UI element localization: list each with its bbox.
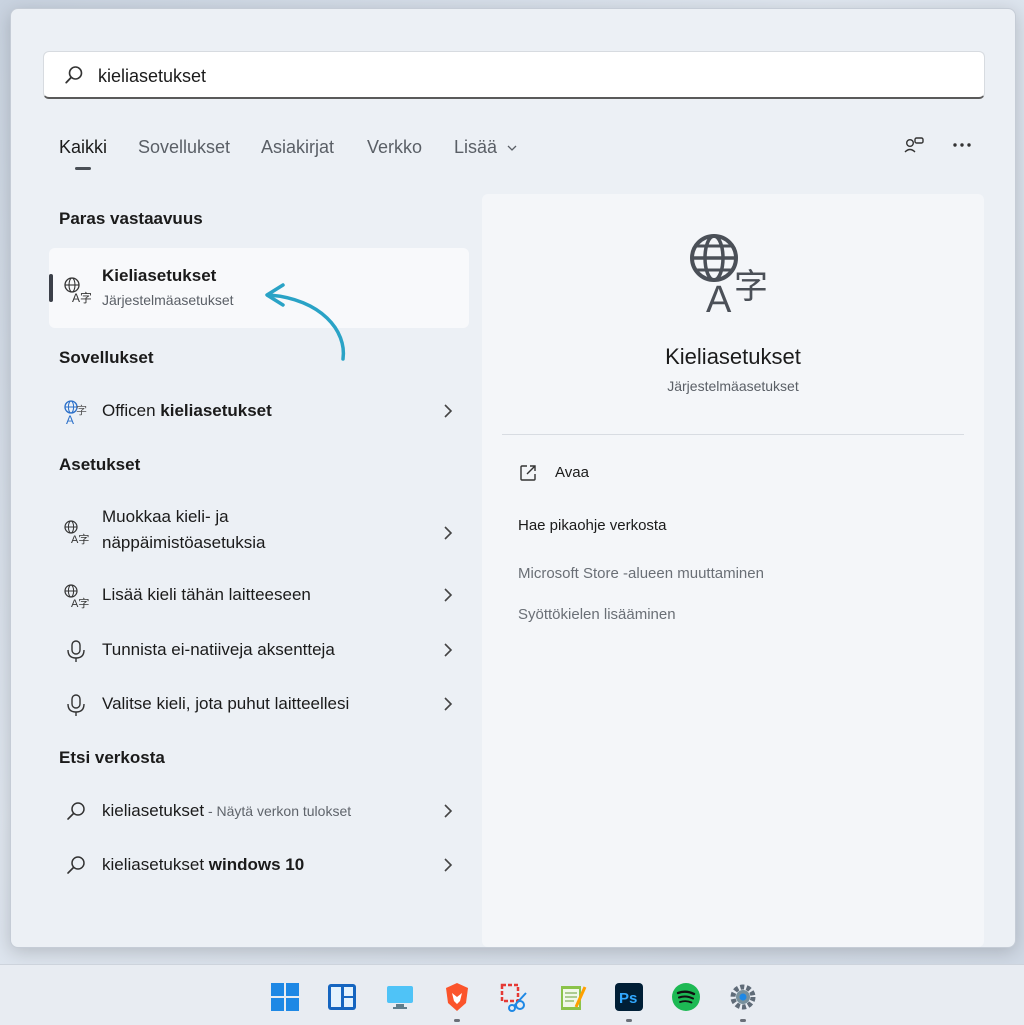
best-match-header: Paras vastaavuus [59, 209, 203, 228]
open-action[interactable]: Avaa [555, 464, 589, 481]
chevron-right-icon [444, 404, 453, 418]
detail-title: Kieliasetukset [665, 344, 801, 369]
photoshop-icon[interactable]: Ps [613, 981, 645, 1013]
chevron-right-icon [444, 526, 453, 540]
list-item-label: Tunnista ei-natiiveja aksentteja [102, 640, 335, 659]
language-settings-icon: A字 [64, 277, 91, 304]
label-bold: windows 10 [208, 855, 305, 874]
language-settings-large-icon: A 字 [690, 234, 768, 314]
notepad-icon[interactable] [556, 981, 588, 1013]
svg-text:A字: A字 [71, 596, 89, 609]
label-prefix: kieliasetukset [102, 855, 209, 874]
detail-subtitle: Järjestelmäasetukset [667, 378, 799, 394]
list-item-label: Officen kieliasetukset [102, 398, 272, 424]
detail-pane: A 字 Kieliasetukset Järjestelmäasetukset … [482, 194, 984, 947]
tab-apps[interactable]: Sovellukset [138, 137, 230, 158]
running-indicator [626, 1019, 632, 1022]
snipping-tool-icon[interactable] [498, 981, 530, 1013]
search-panel: Kaikki Sovellukset Asiakirjat Verkko Lis… [10, 8, 1016, 948]
list-item-accents[interactable]: Tunnista ei-natiiveja aksentteja [49, 626, 469, 674]
web-help-header: Hae pikaohje verkosta [518, 517, 667, 534]
best-match-card[interactable]: A字 Kieliasetukset Järjestelmäasetukset [49, 248, 469, 328]
label-prefix: Officen [102, 401, 161, 420]
chevron-right-icon [444, 643, 453, 657]
best-match-title: Kieliasetukset [102, 266, 217, 285]
svg-text:字: 字 [734, 268, 768, 306]
list-item-speech-language[interactable]: Valitse kieli, jota puhut laitteellesi [49, 680, 469, 728]
list-item-label: Valitse kieli, jota puhut laitteellesi [102, 694, 350, 713]
svg-text:字: 字 [76, 403, 87, 417]
list-item-label-line1: Muokkaa kieli- ja [102, 507, 229, 526]
chevron-right-icon [444, 858, 453, 872]
language-settings-icon: A字 [64, 520, 89, 545]
help-link-store-region[interactable]: Microsoft Store -alueen muuttaminen [518, 565, 764, 582]
chevron-right-icon [444, 697, 453, 711]
help-link-input-language[interactable]: Syöttökielen lisääminen [518, 606, 676, 623]
web-search-header: Etsi verkosta [59, 748, 165, 767]
list-item-label-line2: näppäimistöasetuksia [102, 533, 266, 552]
search-icon [65, 66, 83, 84]
label-main: kieliasetukset [102, 801, 205, 820]
svg-text:A字: A字 [71, 532, 89, 545]
divider [502, 434, 964, 435]
list-item-keyboard-settings[interactable]: A字 Muokkaa kieli- ja näppäimistöasetuksi… [49, 501, 469, 563]
taskbar: Ps [0, 964, 1024, 1025]
chevron-down-icon [507, 145, 517, 151]
active-tab-indicator [75, 167, 91, 170]
label-suffix: - Näytä verkon tulokset [204, 803, 352, 819]
accounts-icon[interactable] [903, 135, 925, 157]
microphone-icon [67, 640, 85, 662]
settings-gear-icon[interactable] [727, 981, 759, 1013]
list-item-web-result[interactable]: kieliasetukset - Näytä verkon tulokset [49, 787, 469, 835]
search-icon [67, 856, 85, 874]
best-match-subtitle: Järjestelmäasetukset [102, 292, 234, 308]
start-icon[interactable] [269, 981, 301, 1013]
svg-text:A: A [706, 279, 732, 314]
open-external-icon [520, 465, 536, 481]
running-indicator [740, 1019, 746, 1022]
tab-more[interactable]: Lisää [454, 137, 518, 158]
tab-documents[interactable]: Asiakirjat [261, 137, 334, 158]
office-language-icon: A 字 [64, 400, 87, 425]
monitor-icon[interactable] [384, 981, 416, 1013]
chevron-right-icon [444, 804, 453, 818]
search-icon [67, 802, 85, 820]
label-bold: kieliasetukset [160, 401, 272, 420]
search-box[interactable] [43, 51, 985, 99]
widgets-icon[interactable] [326, 981, 358, 1013]
svg-text:A: A [66, 413, 74, 425]
apps-header: Sovellukset [59, 348, 154, 367]
list-item-label: Lisää kieli tähän laitteeseen [102, 585, 311, 604]
list-item-office-language[interactable]: A 字 Officen kieliasetukset [49, 387, 469, 435]
chevron-right-icon [444, 588, 453, 602]
tab-all[interactable]: Kaikki [59, 137, 107, 158]
microphone-icon [67, 694, 85, 716]
tab-web[interactable]: Verkko [367, 137, 422, 158]
running-indicator [454, 1019, 460, 1022]
tab-more-label: Lisää [454, 137, 498, 157]
list-item-label: kieliasetukset - Näytä verkon tulokset [102, 798, 351, 824]
spotify-icon[interactable] [670, 981, 702, 1013]
search-input[interactable] [96, 62, 960, 90]
selection-indicator [49, 274, 53, 302]
list-item-label: kieliasetukset windows 10 [102, 852, 304, 878]
list-item-add-language[interactable]: A字 Lisää kieli tähän laitteeseen [49, 571, 469, 619]
settings-header: Asetukset [59, 455, 141, 474]
svg-text:A字: A字 [72, 290, 91, 304]
more-options-icon[interactable] [951, 139, 973, 151]
language-settings-icon: A字 [64, 584, 89, 609]
brave-browser-icon[interactable] [441, 981, 473, 1013]
list-item-web-suggestion[interactable]: kieliasetukset windows 10 [49, 841, 469, 889]
svg-text:Ps: Ps [619, 990, 637, 1007]
